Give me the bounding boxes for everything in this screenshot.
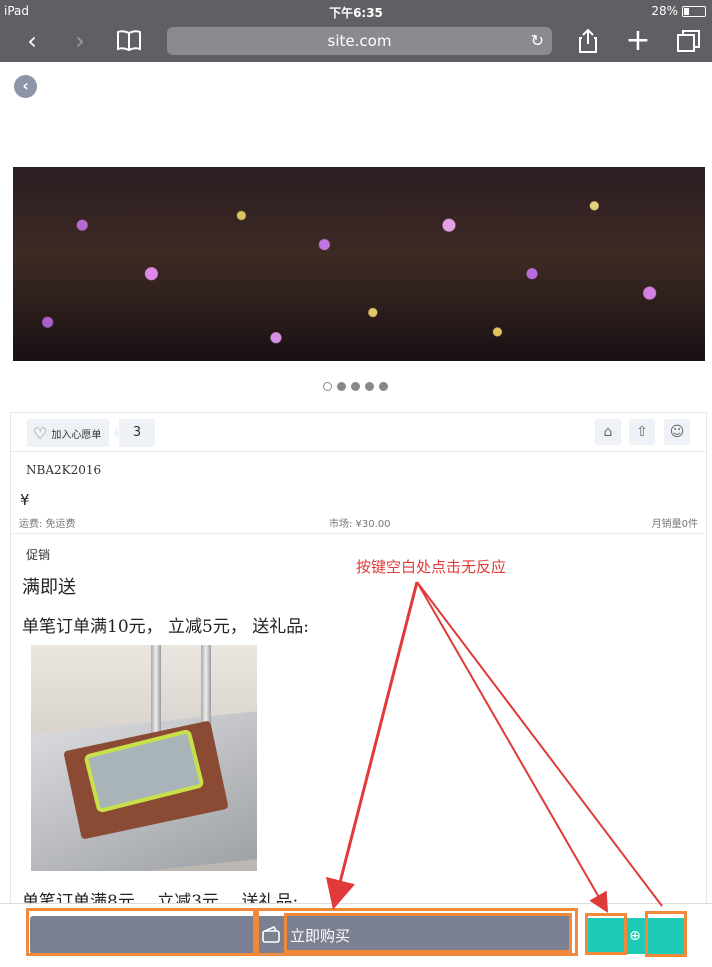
promotion-rule: 单笔订单满10元， 立减5元， 送礼品: <box>22 617 309 637</box>
highlight-box <box>645 911 687 957</box>
shop-bag-icon[interactable]: ⌂ <box>595 419 621 445</box>
divider <box>11 451 706 452</box>
product-name: NBA2K2016 <box>26 463 102 477</box>
shipping-info: 运费: 免运费 <box>19 519 76 530</box>
highlight-box <box>585 913 627 955</box>
wishlist-count: 3 <box>113 419 155 447</box>
carousel-dot[interactable] <box>323 382 332 391</box>
forward-arrow-icon[interactable]: › <box>66 28 94 56</box>
reload-icon[interactable]: ↻ <box>531 27 544 55</box>
share-icon[interactable] <box>574 28 602 56</box>
battery-indicator: 28% <box>651 4 706 18</box>
url-text: site.com <box>327 32 392 50</box>
carousel-dot[interactable] <box>337 382 346 391</box>
carousel-dots <box>323 382 388 391</box>
highlight-box <box>284 913 572 953</box>
tabs-icon[interactable] <box>675 28 703 56</box>
carousel-dot[interactable] <box>365 382 374 391</box>
bookmarks-icon[interactable] <box>115 28 143 56</box>
share-icon[interactable]: ⇧ <box>629 419 655 445</box>
highlight-box <box>26 908 256 956</box>
heart-plus-icon: ♡ <box>33 423 48 443</box>
divider <box>11 533 706 534</box>
browser-toolbar: ‹ › site.com ↻ + <box>0 22 712 62</box>
banner-image[interactable] <box>13 167 705 361</box>
annotation-text: 按键空白处点击无反应 <box>356 558 507 576</box>
market-price: 市场: ¥30.00 <box>329 519 391 530</box>
wishlist-label: 加入心愿单 <box>51 429 102 441</box>
product-price: ¥ <box>20 491 30 509</box>
page-back-icon[interactable]: ‹ <box>14 75 37 98</box>
carousel-dot[interactable] <box>351 382 360 391</box>
battery-icon <box>682 5 706 17</box>
promotion-title: 满即送 <box>22 577 76 598</box>
promotion-label: 促销 <box>26 548 51 562</box>
customer-service-icon[interactable]: ☺ <box>664 419 690 445</box>
clock: 下午6:35 <box>329 6 383 20</box>
monthly-sales: 月销量0件 <box>651 519 698 530</box>
new-tab-icon[interactable]: + <box>624 26 652 56</box>
back-arrow-icon[interactable]: ‹ <box>18 28 46 56</box>
status-bar: iPad 下午6:35 28% <box>0 0 712 22</box>
cart-plus-icon[interactable]: ⊕ <box>624 918 646 954</box>
product-card: ♡ 加入心愿单 3 ⌂ ⇧ ☺ NBA2K2016 ¥ 运费: 免运费 市场: … <box>10 412 707 912</box>
battery-percent: 28% <box>651 4 678 18</box>
add-to-wishlist-button[interactable]: ♡ 加入心愿单 <box>27 419 109 447</box>
carousel-dot[interactable] <box>379 382 388 391</box>
gift-product-image[interactable] <box>31 645 257 871</box>
url-bar[interactable]: site.com ↻ <box>167 27 552 55</box>
